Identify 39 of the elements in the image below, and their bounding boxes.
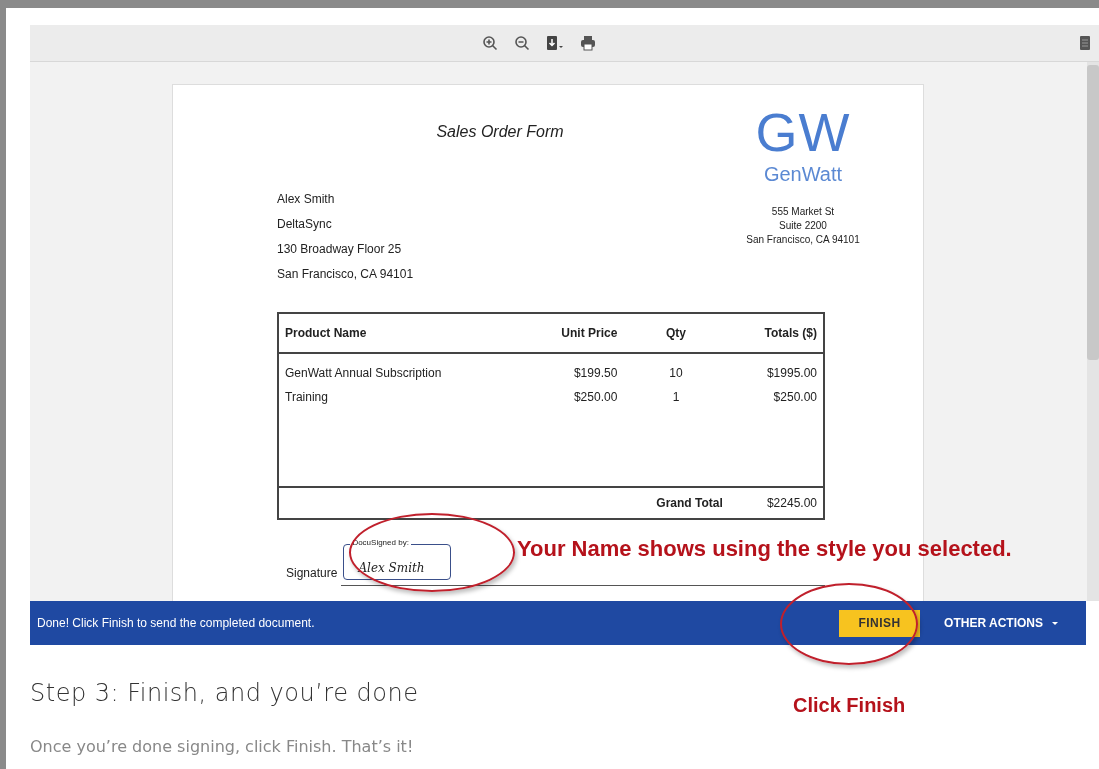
other-actions-button[interactable]: OTHER ACTIONS [944, 614, 1058, 632]
column-header: Qty [623, 313, 729, 353]
step-text: Once you’re done signing, click Finish. That’s it! [30, 736, 414, 758]
step-heading: Step 3: Finish, and you’re done [30, 678, 419, 709]
zoom-out-icon[interactable] [514, 35, 530, 51]
stamp-caption: DocuSigned by: [350, 538, 411, 548]
document-icon[interactable] [1077, 35, 1093, 51]
logo: GW GenWatt [755, 105, 851, 187]
status-message: Done! Click Finish to send the completed document. [37, 615, 315, 632]
download-icon[interactable] [546, 35, 564, 51]
recipient-address-line: 130 Broadway Floor 25 [277, 241, 402, 258]
column-header: Totals ($) [728, 313, 824, 353]
recipient-address-line: Alex Smith [277, 191, 335, 208]
table-cell: GenWatt Annual Subscription [278, 353, 525, 385]
table-cell: Training [278, 385, 525, 409]
table-cell-text: 1 [671, 389, 681, 406]
table-cell: $250.00 [728, 385, 824, 409]
annotation-text: Your Name shows using the style you selected. [517, 535, 1012, 563]
caret-icon [1052, 621, 1058, 625]
sender-address-line: 555 Market St [770, 205, 836, 219]
sender-address-line: San Francisco, CA 94101 [746, 233, 860, 247]
column-header: Product Name [278, 313, 525, 353]
grand-total-label: Grand Total [656, 496, 723, 510]
table-cell: $1995.00 [728, 353, 824, 385]
recipient-address-line: DeltaSync [277, 216, 332, 233]
document-title: Sales Order Form [436, 123, 564, 140]
table-cell: 10 [623, 353, 729, 385]
table-cell: $199.50 [524, 353, 624, 385]
print-icon[interactable] [580, 35, 596, 51]
signature-label: Signature [286, 565, 338, 582]
zoom-in-icon[interactable] [482, 35, 498, 51]
sender-address-line: Suite 2200 [778, 219, 828, 233]
column-header: Unit Price [524, 313, 624, 353]
handwritten-signature: Alex Smith [358, 561, 425, 575]
table-cell-text: $250.00 [572, 389, 619, 406]
annotation-text: Click Finish [793, 693, 906, 718]
grand-total-value: $2245.00 [728, 487, 824, 519]
finish-button[interactable]: FINISH [839, 609, 921, 637]
recipient-address-line: San Francisco, CA 94101 [277, 266, 414, 283]
